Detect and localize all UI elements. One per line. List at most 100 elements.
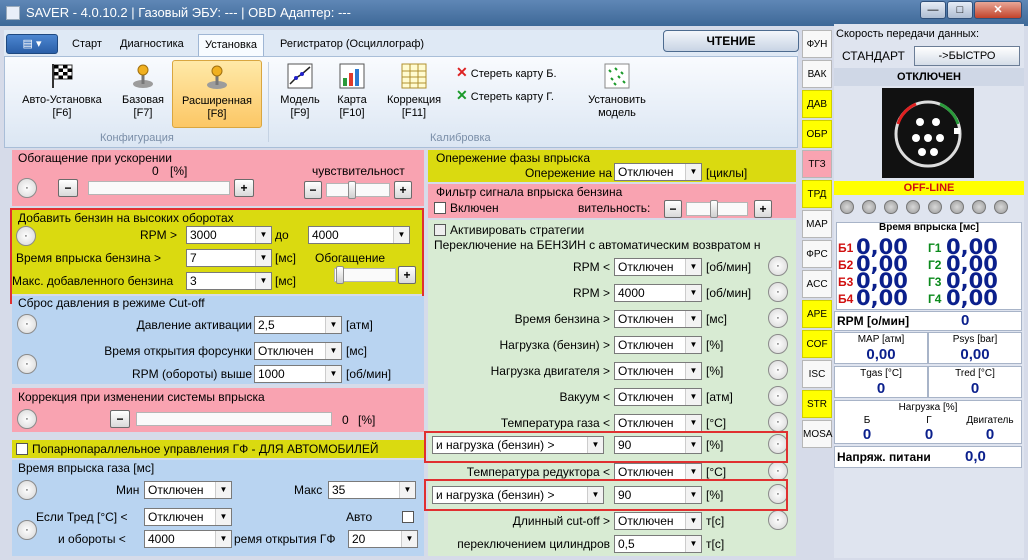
map-button[interactable]: Карта [F10] bbox=[330, 60, 374, 128]
side-tab-обр[interactable]: ОБР bbox=[802, 120, 832, 148]
strategy-value-select[interactable]: 4000 ▼ bbox=[614, 284, 702, 302]
strategy-reset-button[interactable]: · bbox=[768, 334, 788, 354]
base-button[interactable]: Базовая [F7] bbox=[116, 60, 170, 128]
side-tab-cof[interactable]: COF bbox=[802, 330, 832, 358]
inj-corr-reset-button[interactable]: · bbox=[17, 409, 37, 429]
advance-select[interactable]: Отключен ▼ bbox=[614, 163, 702, 181]
high-rpm-to-select[interactable]: 4000 ▼ bbox=[308, 226, 410, 244]
close-button[interactable]: ✕ bbox=[974, 1, 1022, 19]
pair-checkbox[interactable] bbox=[16, 443, 28, 455]
strategy-value-select[interactable]: 0,5 ▼ bbox=[614, 535, 702, 553]
side-tab-isc[interactable]: ISC bbox=[802, 360, 832, 388]
gas-time-open-select[interactable]: 20 ▼ bbox=[348, 530, 418, 548]
set-model-button[interactable]: Установить модель bbox=[584, 60, 650, 128]
filter-checkbox[interactable] bbox=[434, 202, 446, 214]
strategy-reset-button[interactable]: · bbox=[768, 360, 788, 380]
strategy-value-select[interactable]: Отключен ▼ bbox=[614, 258, 702, 276]
high-rpm-from-select[interactable]: 3000 ▼ bbox=[186, 226, 272, 244]
side-tab-вак[interactable]: ВАК bbox=[802, 60, 832, 88]
sens-slider[interactable] bbox=[326, 183, 390, 197]
cutoff-reset-button[interactable]: · bbox=[17, 314, 37, 334]
map-chart-icon bbox=[339, 63, 365, 89]
strategy-checkbox[interactable] bbox=[434, 224, 446, 236]
maximize-button[interactable]: □ bbox=[947, 1, 973, 19]
cutoff-rpm-select[interactable]: 1000 ▼ bbox=[254, 365, 342, 383]
strategy-value-select[interactable]: Отключен ▼ bbox=[614, 414, 702, 432]
side-tab-тгз[interactable]: ТГЗ bbox=[802, 150, 832, 178]
sens-slider-thumb[interactable] bbox=[348, 181, 356, 199]
tab-start[interactable]: Старт bbox=[66, 34, 108, 56]
strategy-value-select[interactable]: Отключен ▼ bbox=[614, 310, 702, 328]
side-tab-acc[interactable]: ACC bbox=[802, 270, 832, 298]
gas-time-reset2-button[interactable]: · bbox=[17, 520, 37, 540]
erase-map-b-button[interactable]: ✕ Стереть карту Б. bbox=[456, 64, 586, 80]
fast-speed-button[interactable]: ->БЫСТРО bbox=[914, 46, 1020, 66]
extended-button[interactable]: Расширенная [F8] bbox=[172, 60, 262, 128]
table-icon bbox=[401, 63, 427, 89]
app-menu-button[interactable]: ▤ ▾ bbox=[6, 34, 58, 54]
cutoff-pressure-select[interactable]: 2,5 ▼ bbox=[254, 316, 342, 334]
tab-setup[interactable]: Установка bbox=[198, 34, 264, 56]
side-tab-str[interactable]: STR bbox=[802, 390, 832, 418]
strategy-reset-button[interactable]: · bbox=[768, 386, 788, 406]
strategy-value-select[interactable]: Отключен ▼ bbox=[614, 512, 702, 530]
enrichment-plus-button[interactable]: + bbox=[398, 266, 416, 284]
strategy-reset-button[interactable]: · bbox=[768, 510, 788, 530]
correction-button[interactable]: Коррекция [F11] bbox=[378, 60, 450, 128]
speed-standard: СТАНДАРТ bbox=[842, 49, 905, 63]
side-tab-трд[interactable]: ТРД bbox=[802, 180, 832, 208]
strategy-reset-button[interactable]: · bbox=[768, 256, 788, 276]
erase-map-b-label: Стереть карту Б. bbox=[470, 68, 557, 80]
extended-key: [F8] bbox=[207, 108, 227, 120]
strategy-reset-button[interactable]: · bbox=[768, 461, 788, 481]
gas-time-max-select[interactable]: 35 ▼ bbox=[328, 481, 416, 499]
sens-plus-button[interactable]: + bbox=[394, 181, 412, 199]
accel-reset-button[interactable]: · bbox=[17, 178, 37, 198]
high-rpm-to-label: до bbox=[275, 228, 289, 242]
filter-minus-button[interactable]: − bbox=[664, 200, 682, 218]
strategy-value-select[interactable]: Отключен ▼ bbox=[614, 336, 702, 354]
accel-minus-button[interactable]: − bbox=[58, 179, 78, 197]
side-tab-ape[interactable]: APE bbox=[802, 300, 832, 328]
side-tab-фун[interactable]: ФУН bbox=[802, 30, 832, 58]
cutoff-title: Сброс давления в режиме Cut-off bbox=[18, 296, 205, 310]
strategy-value-select[interactable]: Отключен ▼ bbox=[614, 388, 702, 406]
side-tab-mosa[interactable]: MOSA bbox=[802, 420, 832, 448]
high-rpm-max-select[interactable]: 3 ▼ bbox=[186, 272, 272, 290]
side-tab-дав[interactable]: ДАВ bbox=[802, 90, 832, 118]
minimize-button[interactable]: — bbox=[920, 1, 946, 19]
accel-plus-button[interactable]: + bbox=[234, 179, 254, 197]
model-button[interactable]: Модель [F9] bbox=[274, 60, 326, 128]
sens-minus-button[interactable]: − bbox=[304, 181, 322, 199]
strategy-reset-button[interactable]: · bbox=[768, 282, 788, 302]
filter-plus-button[interactable]: + bbox=[754, 200, 772, 218]
accel-slider[interactable] bbox=[88, 181, 230, 195]
gas-time-auto-checkbox[interactable] bbox=[402, 511, 414, 523]
strategy-value-select[interactable]: Отключен ▼ bbox=[614, 362, 702, 380]
inj-corr-minus-button[interactable]: − bbox=[110, 410, 130, 428]
high-rpm-time-select[interactable]: 7 ▼ bbox=[186, 249, 272, 267]
enrichment-slider-thumb[interactable] bbox=[336, 266, 344, 284]
gas-time-tred-select[interactable]: Отключен ▼ bbox=[144, 508, 232, 526]
strategy-row-label: Температура газа < bbox=[500, 416, 610, 430]
load-engine-value: 0 bbox=[985, 426, 995, 443]
gas-time-rpm-select[interactable]: 4000 ▼ bbox=[144, 530, 232, 548]
gas-time-reset-button[interactable]: · bbox=[17, 480, 37, 500]
tab-diagnostics[interactable]: Диагностика bbox=[114, 34, 190, 56]
filter-slider-thumb[interactable] bbox=[710, 200, 718, 218]
auto-setup-button[interactable]: Авто-Установка [F6] bbox=[14, 60, 110, 128]
cutoff-reset2-button[interactable]: · bbox=[17, 354, 37, 374]
gas-time-min-select[interactable]: Отключен ▼ bbox=[144, 481, 232, 499]
strategy-reset-button[interactable]: · bbox=[768, 412, 788, 432]
inj-corr-slider[interactable] bbox=[136, 412, 332, 426]
chevron-down-icon: ▼ bbox=[685, 259, 701, 275]
high-rpm-reset-button[interactable]: · bbox=[16, 226, 36, 246]
tab-recorder[interactable]: Регистратор (Осциллограф) bbox=[274, 34, 430, 56]
side-tab-фрс[interactable]: ФРС bbox=[802, 240, 832, 268]
read-button[interactable]: ЧТЕНИЕ bbox=[663, 30, 799, 52]
erase-map-g-button[interactable]: ✕ Стереть карту Г. bbox=[456, 87, 586, 103]
cutoff-open-select[interactable]: Отключен ▼ bbox=[254, 342, 342, 360]
side-tab-map[interactable]: MAP bbox=[802, 210, 832, 238]
graph-icon bbox=[287, 63, 313, 89]
strategy-reset-button[interactable]: · bbox=[768, 308, 788, 328]
